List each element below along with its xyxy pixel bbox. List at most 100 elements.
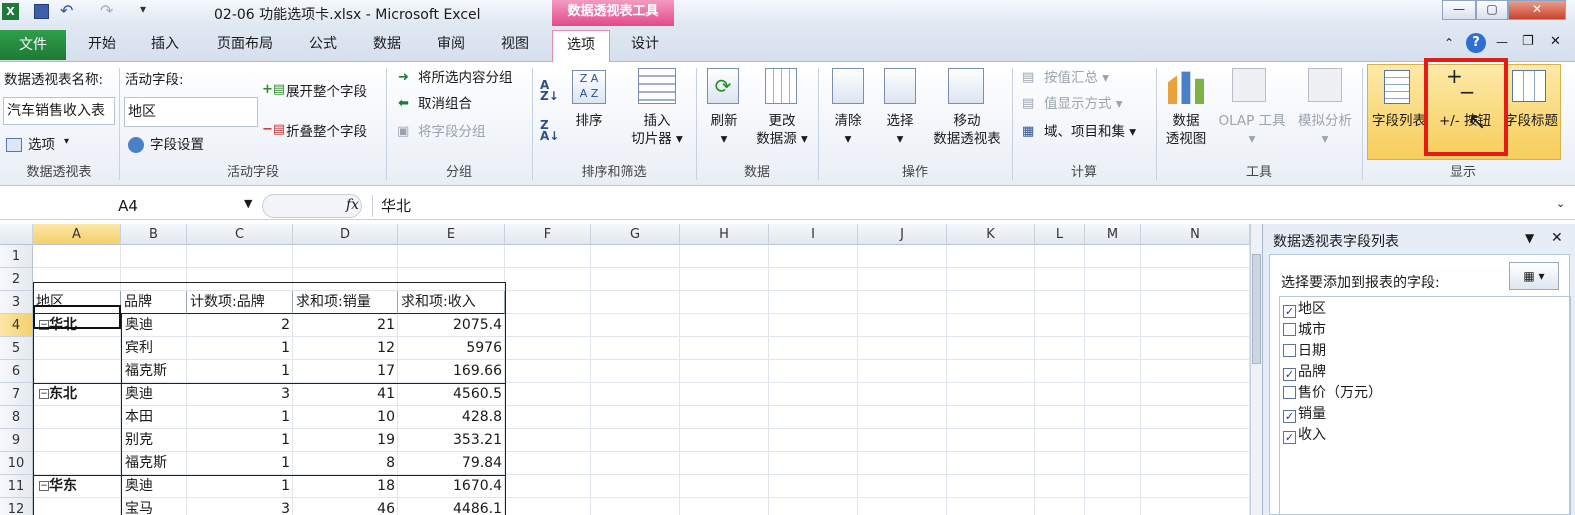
column-header[interactable]: C — [187, 224, 293, 245]
row-header[interactable]: 6 — [0, 360, 33, 383]
row-header[interactable]: 10 — [0, 452, 33, 475]
save-icon[interactable] — [34, 4, 49, 19]
fx-icon[interactable]: fx — [346, 197, 359, 213]
field-checkbox-item[interactable]: ✓ 收入 — [1283, 425, 1326, 446]
column-header[interactable]: H — [680, 224, 769, 245]
active-field-input[interactable]: 地区 — [124, 97, 258, 127]
doc-close-icon[interactable]: ✕ — [1550, 34, 1561, 49]
checkbox[interactable]: ✓ — [1283, 410, 1296, 423]
column-header[interactable]: I — [769, 224, 858, 245]
column-header[interactable]: J — [858, 224, 947, 245]
field-list-button[interactable]: 字段列表 — [1368, 112, 1430, 130]
close-button[interactable]: ✕ — [1508, 0, 1566, 20]
row-header[interactable]: 7 — [0, 383, 33, 406]
column-header[interactable]: K — [947, 224, 1035, 245]
show-values-as-button[interactable]: 值显示方式 ▾ — [1044, 94, 1123, 114]
vertical-scrollbar[interactable] — [1250, 224, 1262, 515]
customize-qat-icon[interactable]: ▾ — [140, 2, 146, 16]
group-field-button[interactable]: 将字段分组 — [418, 122, 486, 142]
field-checkbox-item[interactable]: 售价（万元） — [1283, 383, 1382, 404]
group-selection-button[interactable]: 将所选内容分组 — [418, 68, 513, 88]
pane-close-icon[interactable]: ✕ — [1551, 230, 1563, 246]
checkbox[interactable] — [1283, 344, 1296, 357]
row-header[interactable]: 12 — [0, 498, 33, 515]
change-data-source-button[interactable]: 更改 数据源 ▾ — [750, 112, 814, 148]
name-box-dropdown-icon[interactable]: ▼ — [244, 197, 252, 210]
column-header[interactable]: D — [293, 224, 398, 245]
field-headers-button[interactable]: 字段标题 — [1500, 112, 1562, 130]
select-all-corner[interactable] — [0, 224, 33, 245]
fields-items-sets-button[interactable]: 域、项目和集 ▾ — [1044, 122, 1136, 142]
maximize-button[interactable]: ▢ — [1476, 0, 1508, 20]
refresh-button[interactable]: 刷新 ▾ — [700, 112, 748, 148]
column-header[interactable]: M — [1085, 224, 1141, 245]
column-header[interactable]: L — [1035, 224, 1085, 245]
tab-design[interactable]: 设计 — [616, 30, 674, 60]
field-checkbox-item[interactable]: ✓ 品牌 — [1283, 362, 1326, 383]
move-pivottable-button[interactable]: 移动 数据透视表 — [928, 112, 1006, 148]
sort-desc-icon[interactable]: Z A↓ — [540, 119, 559, 142]
insert-slicer-button[interactable]: 插入 切片器 ▾ — [624, 112, 690, 148]
tab-insert[interactable]: 插入 — [140, 30, 190, 60]
column-header[interactable]: B — [121, 224, 187, 245]
checkbox[interactable] — [1283, 323, 1296, 336]
excel-icon[interactable]: X — [2, 3, 19, 20]
expand-formula-icon[interactable]: ⌄ — [1556, 197, 1565, 210]
row-header[interactable]: 2 — [0, 268, 33, 291]
checkbox[interactable] — [1283, 386, 1296, 399]
field-checkbox-item[interactable]: ✓ 销量 — [1283, 404, 1326, 425]
checkbox[interactable]: ✓ — [1283, 305, 1296, 318]
tab-home[interactable]: 开始 — [78, 30, 126, 60]
formula-input[interactable]: 华北 — [372, 195, 1552, 217]
doc-minimize-icon[interactable]: — — [1496, 35, 1508, 49]
redo-icon[interactable]: ↷ — [100, 1, 113, 20]
row-header[interactable]: 3 — [0, 291, 33, 314]
row-header[interactable]: 8 — [0, 406, 33, 429]
expand-entire-field-button[interactable]: 展开整个字段 — [286, 82, 367, 102]
field-checkbox-item[interactable]: ✓ 地区 — [1283, 299, 1326, 320]
row-header[interactable]: 4 — [0, 314, 33, 337]
olap-tools-button[interactable]: OLAP 工具 ▾ — [1214, 112, 1290, 148]
name-box[interactable]: A4 — [0, 195, 256, 217]
checkbox[interactable]: ✓ — [1283, 431, 1296, 444]
collapse-entire-field-button[interactable]: 折叠整个字段 — [286, 122, 367, 142]
tab-view[interactable]: 视图 — [490, 30, 540, 60]
tab-review[interactable]: 审阅 — [426, 30, 476, 60]
pivotchart-button[interactable]: 数据 透视图 — [1158, 112, 1214, 148]
column-header[interactable]: A — [33, 224, 121, 245]
whatif-analysis-button[interactable]: 模拟分析 ▾ — [1292, 112, 1358, 148]
row-header[interactable]: 9 — [0, 429, 33, 452]
tab-formulas[interactable]: 公式 — [298, 30, 348, 60]
minimize-button[interactable]: — — [1442, 0, 1476, 20]
field-settings-button[interactable]: 字段设置 — [150, 135, 204, 155]
file-tab[interactable]: 文件 — [0, 30, 66, 60]
select-button[interactable]: 选择 ▾ — [878, 112, 922, 148]
clear-button[interactable]: 清除 ▾ — [826, 112, 870, 148]
doc-restore-icon[interactable]: ❐ — [1522, 34, 1534, 49]
sort-button[interactable]: 排序 — [566, 112, 612, 130]
row-header[interactable]: 1 — [0, 245, 33, 268]
row-header[interactable]: 5 — [0, 337, 33, 360]
options-dropdown-icon[interactable]: ▾ — [64, 136, 69, 147]
help-icon[interactable]: ? — [1466, 33, 1486, 53]
column-header[interactable]: E — [398, 224, 505, 245]
pivot-name-input[interactable]: 汽车销售收入表 — [3, 97, 115, 125]
undo-icon[interactable]: ↶ — [60, 1, 73, 20]
ungroup-button[interactable]: 取消组合 — [418, 94, 472, 114]
column-header[interactable]: G — [591, 224, 680, 245]
chevron-up-icon[interactable]: ⌃ — [1444, 36, 1454, 50]
layout-dropdown-button[interactable]: ▦ ▾ — [1509, 262, 1559, 290]
column-header[interactable]: N — [1141, 224, 1250, 245]
field-checkbox-item[interactable]: 城市 — [1283, 320, 1326, 341]
scroll-thumb[interactable] — [1252, 254, 1261, 364]
options-button[interactable]: 选项 — [28, 135, 55, 155]
column-header[interactable]: F — [505, 224, 591, 245]
checkbox[interactable]: ✓ — [1283, 368, 1296, 381]
tab-options[interactable]: 选项 — [552, 30, 610, 63]
tab-data[interactable]: 数据 — [362, 30, 412, 60]
summarize-by-button[interactable]: 按值汇总 ▾ — [1044, 68, 1109, 88]
worksheet-grid[interactable]: ABCDEFGHIJKLMN 1 2 3 4 5 6 7 8 9 10 11 12 地区 品牌 计数项:品… — [0, 224, 1250, 515]
row-header[interactable]: 11 — [0, 475, 33, 498]
pane-menu-icon[interactable]: ▼ — [1525, 231, 1534, 245]
tab-page-layout[interactable]: 页面布局 — [206, 30, 284, 60]
